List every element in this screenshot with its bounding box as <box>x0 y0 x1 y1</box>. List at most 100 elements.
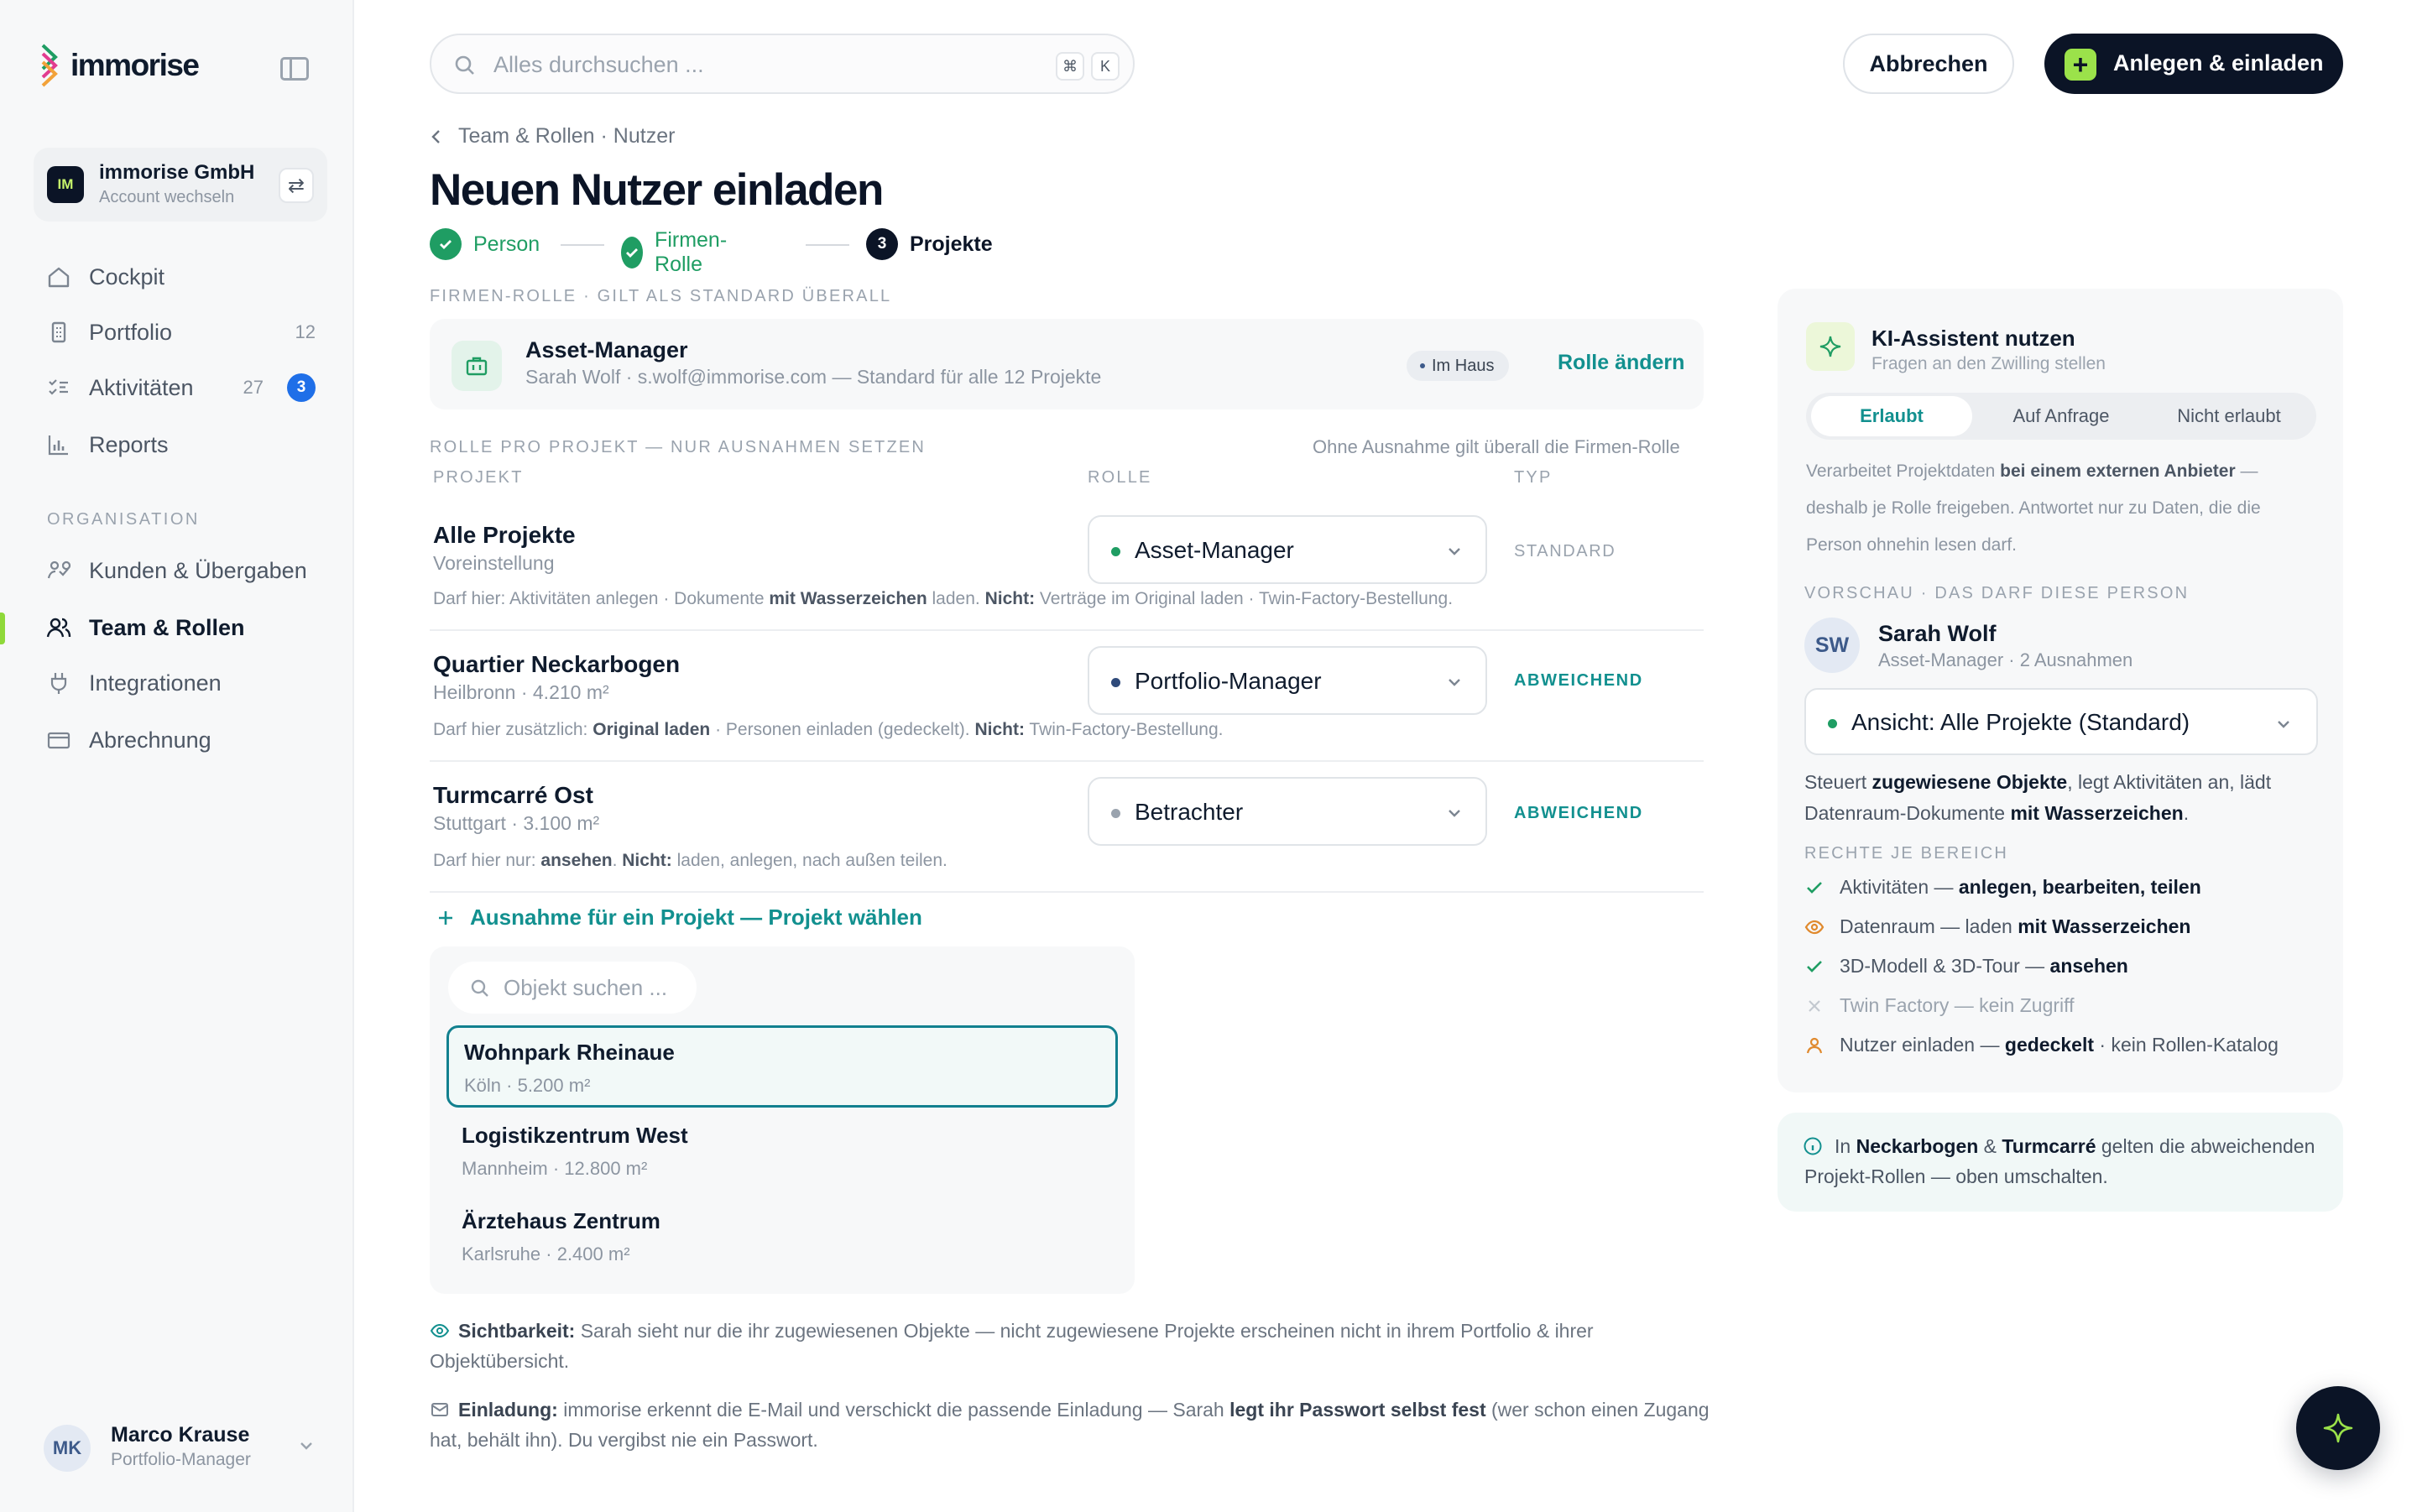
user-icon <box>1804 1036 1824 1055</box>
sidebar-toggle-icon[interactable] <box>280 57 309 81</box>
sidebar-item-label: Integrationen <box>89 670 222 696</box>
right-row-nutzer-einladen: Nutzer einladen — gedeckelt · kein Rolle… <box>1804 1034 2279 1056</box>
emphasis-text: Original laden <box>593 720 711 739</box>
visibility-text: Sichtbarkeit: Sarah sieht nur die ihr zu… <box>430 1320 1594 1372</box>
sidebar-item-aktivitaeten[interactable]: Aktivitäten 27 3 <box>34 362 327 413</box>
cancel-button[interactable]: Abbrechen <box>1843 34 2014 94</box>
segment-erlaubt[interactable]: Erlaubt <box>1811 396 1972 436</box>
logo[interactable]: immorise <box>40 42 200 89</box>
ai-assistant-button[interactable] <box>2296 1386 2380 1470</box>
list-item[interactable]: Ärztehaus Zentrum Karlsruhe · 2.400 m² <box>446 1197 1118 1279</box>
add-exception-button[interactable]: Ausnahme für ein Projekt — Projekt wähle… <box>436 905 922 931</box>
briefcase-icon <box>452 341 502 391</box>
plug-icon <box>45 670 72 696</box>
type-badge: ABWEICHEND <box>1514 671 1643 690</box>
account-switcher[interactable]: IM immorise GmbH Account wechseln ⇄ <box>34 148 327 222</box>
chevron-down-icon <box>1449 810 1460 817</box>
sidebar-item-kunden[interactable]: Kunden & Übergaben <box>34 545 327 596</box>
global-search[interactable]: Alles durchsuchen ... ⌘ K <box>430 34 1135 94</box>
object-name: Ärztehaus Zentrum <box>462 1208 660 1233</box>
emphasis-text: Turmcarré <box>2002 1135 2096 1157</box>
step-projekte[interactable]: 3 Projekte <box>866 228 993 260</box>
sparkle-icon <box>1806 322 1855 371</box>
hint-text: In Neckarbogen & Turmcarré gelten die ab… <box>1804 1135 2315 1187</box>
account-name: immorise GmbH <box>99 161 255 184</box>
role-select-value: Asset-Manager <box>1135 537 1294 563</box>
logo-wordmark: immorise <box>70 48 200 82</box>
immorise-logo-icon <box>41 44 58 87</box>
project-permissions: Darf hier: Aktivitäten anlegen · Dokumen… <box>433 589 1454 608</box>
swap-icon[interactable]: ⇄ <box>279 168 314 203</box>
step-connector <box>561 244 604 246</box>
create-and-invite-button[interactable]: + Anlegen & einladen <box>2044 34 2343 94</box>
right-text: Twin Factory — kein Zugriff <box>1840 994 2075 1016</box>
emphasis-text: mit Wasserzeichen <box>2010 802 2184 824</box>
sidebar-item-cockpit[interactable]: Cockpit <box>34 252 327 302</box>
portfolio-count: 12 <box>295 321 316 342</box>
segment-auf-anfrage[interactable]: Auf Anfrage <box>1981 396 2142 436</box>
ki-subtitle: Fragen an den Zwilling stellen <box>1871 354 2106 373</box>
role-select[interactable]: Portfolio-Manager <box>1088 646 1487 715</box>
account-logo: IM <box>47 166 84 203</box>
view-select[interactable]: Ansicht: Alle Projekte (Standard) <box>1804 688 2318 755</box>
sidebar-item-integrationen[interactable]: Integrationen <box>34 658 327 708</box>
project-roles-hint: In Neckarbogen & Turmcarré gelten die ab… <box>1778 1113 2343 1212</box>
role-select[interactable]: Asset-Manager <box>1088 515 1487 584</box>
shortcut-key-k: K <box>1091 52 1120 81</box>
step-person[interactable]: Person <box>430 228 540 260</box>
sidebar-item-team-rollen[interactable]: Team & Rollen <box>34 602 327 653</box>
status-badge: Im Haus <box>1407 351 1510 381</box>
sidebar: immorise IM immorise GmbH Account wechse… <box>0 0 354 1512</box>
role-select-value: Betrachter <box>1135 799 1244 825</box>
plus-icon <box>439 910 452 925</box>
role-dot <box>1111 547 1120 556</box>
type-badge: ABWEICHEND <box>1514 804 1643 822</box>
activities-count: 27 <box>243 377 264 398</box>
segment-nicht-erlaubt[interactable]: Nicht erlaubt <box>2147 396 2311 436</box>
visibility-note: Sichtbarkeit: Sarah sieht nur die ihr zu… <box>430 1316 1722 1376</box>
sparkle-icon <box>2323 1413 2353 1443</box>
breadcrumb-text: Team & Rollen · Nutzer <box>458 124 676 148</box>
right-row-datenraum: Datenraum — laden mit Wasserzeichen <box>1804 915 2190 938</box>
emphasis-text: Einladung: <box>458 1399 558 1421</box>
chevron-down-icon <box>1449 548 1460 555</box>
preview-description: Steuert zugewiesene Objekte, legt Aktivi… <box>1804 771 2272 824</box>
user-menu[interactable]: MK Marco Krause Portfolio-Manager <box>34 1408 327 1482</box>
emphasis-text: ansehen <box>540 851 613 870</box>
change-role-link[interactable]: Rolle ändern <box>1558 351 1684 375</box>
object-name: Logistikzentrum West <box>462 1123 688 1148</box>
status-dot <box>1828 719 1837 728</box>
search-placeholder: Alles durchsuchen ... <box>493 52 704 77</box>
sidebar-item-label: Team & Rollen <box>89 614 245 640</box>
emphasis-text: bei einem externen Anbieter <box>2000 461 2236 481</box>
chevron-down-icon[interactable] <box>297 1436 316 1459</box>
emphasis-text: anlegen, bearbeiten, teilen <box>1958 876 2201 898</box>
column-header-role: ROLLE <box>1088 468 1152 487</box>
step-label: Projekte <box>910 232 993 256</box>
sidebar-item-abrechnung[interactable]: Abrechnung <box>34 715 327 765</box>
breadcrumb[interactable]: Team & Rollen · Nutzer <box>430 124 675 149</box>
emphasis-text: ansehen <box>2049 955 2128 977</box>
preview-label: VORSCHAU · DAS DARF DIESE PERSON <box>1804 584 2190 602</box>
checklist-icon <box>45 374 72 401</box>
home-icon <box>45 263 72 290</box>
company-role-card: Asset-Manager Sarah Wolf · s.wolf@immori… <box>430 319 1704 409</box>
sidebar-item-portfolio[interactable]: Portfolio 12 <box>34 307 327 357</box>
bar-chart-icon <box>45 431 72 458</box>
role-select-value: Portfolio-Manager <box>1135 668 1322 694</box>
sidebar-item-reports[interactable]: Reports <box>34 420 327 470</box>
ki-description: Verarbeitet Projektdaten bei einem exter… <box>1806 461 2261 555</box>
object-search-input[interactable]: Objekt suchen ... <box>448 962 697 1014</box>
rights-label: RECHTE JE BEREICH <box>1804 844 2008 863</box>
role-select[interactable]: Betrachter <box>1088 777 1487 846</box>
handshake-icon <box>45 557 72 584</box>
step-firmen-rolle[interactable]: Firmen-Rolle <box>621 228 737 277</box>
right-row-3d-modell: 3D-Modell & 3D-Tour — ansehen <box>1804 955 2128 978</box>
users-icon <box>45 614 72 641</box>
emphasis-text: zugewiesene Objekte <box>1871 771 2068 793</box>
list-item[interactable]: Logistikzentrum West Mannheim · 12.800 m… <box>446 1111 1118 1193</box>
object-sub: Köln · 5.200 m² <box>464 1075 591 1096</box>
right-row-aktivitaeten: Aktivitäten — anlegen, bearbeiten, teile… <box>1804 876 2201 899</box>
sidebar-item-label: Reports <box>89 431 169 457</box>
list-item[interactable]: Wohnpark Rheinaue Köln · 5.200 m² <box>446 1025 1118 1108</box>
